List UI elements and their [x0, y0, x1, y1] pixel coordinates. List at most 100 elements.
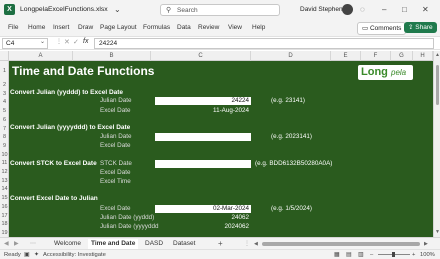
tab-review[interactable]: Review	[198, 24, 219, 31]
row-header[interactable]: 12	[0, 168, 9, 177]
row-header[interactable]: 14	[0, 185, 9, 194]
formula-value: 24224	[99, 40, 118, 47]
tab-file[interactable]: File	[8, 24, 18, 31]
row-header[interactable]: 4	[0, 98, 9, 107]
tab-home[interactable]: Home	[28, 24, 45, 31]
row-header[interactable]: 19	[0, 229, 9, 237]
scroll-down-icon[interactable]: ▼	[435, 229, 440, 235]
formula-input[interactable]: 24224	[94, 38, 434, 49]
julian5-input[interactable]: 24224	[155, 97, 251, 105]
julian7-excel-label: Excel Date	[100, 142, 131, 149]
share-button[interactable]: ⇪ Share	[404, 22, 437, 33]
tab-formulas[interactable]: Formulas	[143, 24, 170, 31]
worksheet-grid[interactable]: Time and Date Functions Long pela Conver…	[9, 61, 433, 237]
more-icon: ⋮	[244, 241, 250, 247]
search-box[interactable]: ⚲ Search	[160, 4, 280, 16]
avatar[interactable]	[342, 4, 353, 15]
user-name[interactable]: David Stephens	[300, 5, 346, 15]
row-header[interactable]: 16	[0, 203, 9, 212]
longpela-logo: Long pela	[358, 65, 413, 80]
more-tabs-icon[interactable]: ⋯	[30, 239, 36, 249]
julian5-example: (e.g. 23141)	[271, 97, 305, 104]
logo-text-italic: pela	[391, 68, 407, 77]
hscroll-right-icon[interactable]: ▶	[424, 239, 428, 249]
tab-scroll-right-icon[interactable]: ▶	[14, 239, 19, 249]
row-header[interactable]: 18	[0, 220, 9, 229]
row-header[interactable]: 7	[0, 125, 9, 134]
check-icon[interactable]: ✓	[73, 38, 79, 46]
row-header[interactable]: 2	[0, 81, 9, 90]
sheet-title: Time and Date Functions	[12, 64, 155, 78]
column-header-g[interactable]: G	[391, 51, 413, 61]
search-placeholder: Search	[177, 7, 198, 14]
row-header[interactable]: 17	[0, 212, 9, 221]
chevron-down-icon[interactable]: ⌄	[114, 4, 121, 16]
row-header[interactable]: 6	[0, 116, 9, 125]
zoom-out-icon[interactable]: –	[370, 251, 373, 259]
lightbulb-icon[interactable]: ◌	[360, 4, 365, 16]
add-sheet-button[interactable]: +	[218, 238, 223, 249]
row-header[interactable]: 5	[0, 107, 9, 116]
page-break-view-icon[interactable]: ▥	[358, 251, 363, 259]
comments-button[interactable]: ▭ Comments	[357, 22, 407, 35]
row-headers: 1 2 3 4 5 6 7 8 9 10 11 12 13 14 15 16 1…	[0, 61, 9, 237]
excel-app-icon[interactable]: X	[4, 4, 15, 15]
column-header-h[interactable]: H	[413, 51, 433, 61]
scroll-up-icon[interactable]: ▲	[435, 52, 440, 58]
tab-insert[interactable]: Insert	[53, 24, 69, 31]
close-button[interactable]: ✕	[422, 4, 429, 16]
accessibility-status[interactable]: Accessibility: Investigate	[43, 251, 106, 259]
julian7-input[interactable]	[155, 133, 251, 141]
vertical-scrollbar[interactable]: ▲ ▼	[433, 51, 440, 237]
cancel-icon[interactable]: ✕	[64, 38, 70, 46]
sheet-tab-dasd[interactable]: DASD	[145, 239, 163, 249]
share-icon: ⇪	[408, 24, 414, 31]
zoom-slider-thumb[interactable]	[392, 252, 395, 257]
ribbon-tabs: File Home Insert Draw Page Layout Formul…	[0, 20, 440, 36]
status-ready: Ready	[4, 252, 21, 258]
share-label: Share	[415, 24, 433, 31]
row-header[interactable]: 9	[0, 142, 9, 151]
row-header[interactable]: 1	[0, 61, 9, 81]
sheet-tab-dataset[interactable]: Dataset	[173, 239, 195, 249]
select-all-corner[interactable]	[0, 51, 9, 61]
row-header[interactable]: 10	[0, 151, 9, 160]
column-header-b[interactable]: B	[73, 51, 151, 61]
column-header-f[interactable]: F	[361, 51, 391, 61]
stck-label: STCK Date	[100, 160, 132, 167]
search-icon: ⚲	[166, 7, 172, 14]
row-header[interactable]: 13	[0, 177, 9, 186]
row-header[interactable]: 11	[0, 159, 9, 168]
maximize-button[interactable]: □	[402, 4, 407, 16]
minimize-button[interactable]: –	[382, 4, 386, 16]
page-layout-view-icon[interactable]: ▤	[346, 251, 351, 259]
column-header-a[interactable]: A	[9, 51, 73, 61]
normal-view-icon[interactable]: ▦	[334, 251, 339, 259]
accessibility-icon[interactable]: ✦	[34, 251, 39, 259]
chevron-down-icon[interactable]: ⌄	[40, 38, 45, 45]
excel-date-input[interactable]: 02-Mar-2024	[155, 205, 251, 213]
sheet-tab-welcome[interactable]: Welcome	[54, 239, 81, 249]
row-header[interactable]: 15	[0, 194, 9, 203]
row-header[interactable]: 8	[0, 133, 9, 142]
insert-function-button[interactable]: fx	[83, 38, 88, 45]
section-stck-title: Convert STCK to Excel Date	[10, 160, 97, 167]
tab-help[interactable]: Help	[252, 24, 265, 31]
horizontal-scroll-thumb[interactable]	[262, 242, 420, 246]
tab-data[interactable]: Data	[177, 24, 191, 31]
tab-view[interactable]: View	[228, 24, 242, 31]
stck-input[interactable]	[155, 160, 251, 168]
tab-draw[interactable]: Draw	[78, 24, 93, 31]
column-header-d[interactable]: D	[251, 51, 331, 61]
tab-scroll-left-icon[interactable]: ◀	[4, 239, 9, 249]
tab-page-layout[interactable]: Page Layout	[100, 24, 137, 31]
column-header-e[interactable]: E	[331, 51, 361, 61]
zoom-in-icon[interactable]: +	[412, 251, 415, 259]
zoom-level[interactable]: 100%	[420, 251, 435, 259]
row-header[interactable]: 3	[0, 90, 9, 99]
macro-icon[interactable]: ▣	[24, 251, 29, 259]
hscroll-left-icon[interactable]: ◀	[254, 239, 258, 249]
julian5-excel-label: Excel Date	[100, 107, 131, 114]
vertical-scroll-thumb[interactable]	[436, 65, 439, 105]
column-header-c[interactable]: C	[151, 51, 251, 61]
